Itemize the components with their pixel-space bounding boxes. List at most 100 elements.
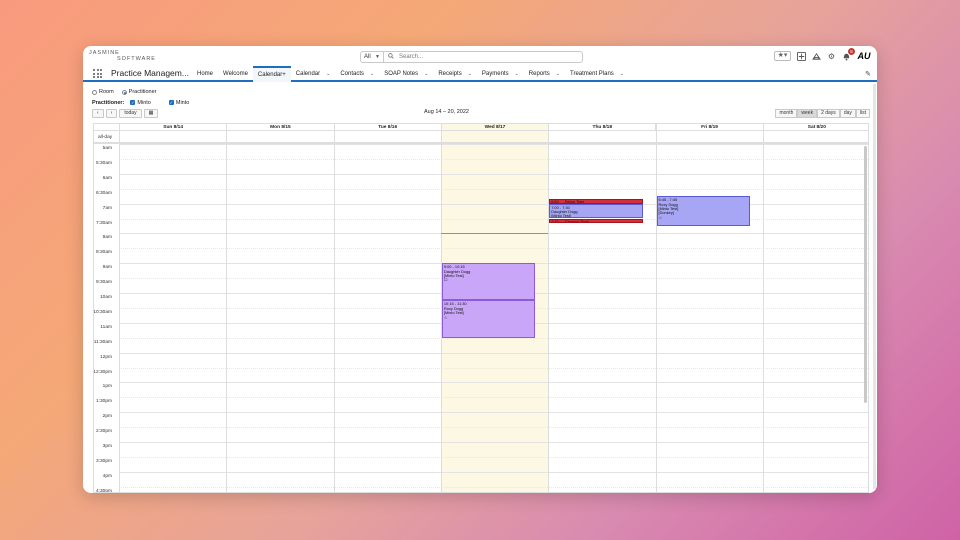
- favorites-star-icon[interactable]: ★▾: [774, 51, 791, 61]
- day-divider: [655, 124, 657, 492]
- view-month-button[interactable]: month: [775, 109, 798, 118]
- chevron-down-icon[interactable]: ⌄: [468, 66, 472, 82]
- time-slot[interactable]: [119, 218, 868, 220]
- time-label: 9:30am: [96, 280, 112, 286]
- next-week-button[interactable]: ›: [105, 109, 118, 118]
- chevron-down-icon[interactable]: ⌄: [556, 66, 560, 82]
- time-label: 12:30pm: [93, 369, 112, 375]
- calendar-event[interactable]: 10:15 - 11:30 Roxy Dogg [Minto Test] ☆: [441, 300, 536, 338]
- view-2-days-button[interactable]: 2 days: [817, 109, 840, 118]
- event-status-icon: ☆: [443, 314, 448, 320]
- chevron-down-icon[interactable]: ⌄: [515, 66, 519, 82]
- time-slot[interactable]: [119, 397, 868, 399]
- practitioner-checkbox-2-label: Minto: [175, 100, 190, 106]
- day-divider: [119, 124, 120, 492]
- time-label: 5am: [102, 146, 112, 151]
- practitioner-checkbox-2[interactable]: ✓ Minto: [168, 100, 190, 106]
- time-slot[interactable]: [119, 188, 868, 190]
- gear-icon[interactable]: ⚙: [827, 52, 836, 61]
- chevron-down-icon: ▼: [375, 54, 380, 60]
- event-status-icon: ☆: [658, 214, 663, 220]
- global-search: All ▼ Search...: [360, 51, 583, 63]
- global-add-icon[interactable]: [797, 51, 806, 61]
- app-window: JASMINE SOFTWARE All ▼ Search... ★▾ ⚙ 5 …: [83, 46, 877, 493]
- tab-label: Calendar: [295, 71, 321, 77]
- tab-home[interactable]: Home: [192, 66, 218, 82]
- calendar-range-title: Aug 14 – 20, 2022: [424, 109, 469, 115]
- view-list-button[interactable]: list: [855, 109, 870, 118]
- time-slot[interactable]: [119, 456, 868, 458]
- tab-reports[interactable]: Reports ⌄: [524, 66, 565, 82]
- tab-calendar[interactable]: Calendar+: [252, 66, 291, 82]
- resource-type-radios: Room Practitioner: [92, 89, 157, 95]
- tab-welcome[interactable]: Welcome: [218, 66, 253, 82]
- search-input[interactable]: Search...: [384, 51, 583, 63]
- brand-logo: JASMINE SOFTWARE: [89, 50, 156, 62]
- time-slot[interactable]: [119, 427, 868, 429]
- time-slot[interactable]: [119, 248, 868, 250]
- tab-payments[interactable]: Payments ⌄: [477, 66, 524, 82]
- today-button[interactable]: today: [119, 109, 142, 118]
- chevron-down-icon[interactable]: ⌄: [620, 66, 624, 82]
- tab-contacts[interactable]: Contacts ⌄: [335, 66, 379, 82]
- tab-label: Home: [197, 71, 214, 77]
- tab-treatment-plans[interactable]: Treatment Plans ⌄: [565, 66, 629, 82]
- room-radio[interactable]: Room: [92, 89, 114, 95]
- chevron-down-icon[interactable]: ⌄: [326, 66, 330, 82]
- practitioner-checkbox-1[interactable]: ✓ Minto: [130, 100, 151, 106]
- edit-pencil-icon[interactable]: ✎: [865, 70, 871, 78]
- brand-line2: SOFTWARE: [117, 56, 156, 62]
- time-label: 6:30am: [96, 190, 112, 196]
- calendar-panel: Room Practitioner Practitioner: ✓ Minto ✓…: [88, 88, 870, 493]
- time-slot[interactable]: [119, 173, 868, 175]
- time-slot[interactable]: [119, 203, 868, 205]
- time-slot[interactable]: [119, 144, 868, 145]
- time-slot[interactable]: [119, 442, 868, 443]
- event-time: 7:30: [551, 218, 559, 224]
- time-label: 11:30am: [93, 339, 112, 345]
- time-slot[interactable]: [119, 158, 868, 160]
- time-label: 3:30pm: [96, 458, 112, 464]
- view-week-button[interactable]: week: [797, 109, 818, 118]
- bell-icon[interactable]: 5: [842, 47, 855, 61]
- app-name: Practice Managem...: [111, 68, 189, 78]
- time-slot[interactable]: [119, 382, 868, 384]
- app-launcher-icon[interactable]: [93, 69, 102, 78]
- calendar-scrollbar[interactable]: [864, 146, 867, 403]
- time-slot[interactable]: [119, 471, 868, 473]
- tab-label: SOAP Notes: [384, 71, 419, 77]
- event-title: Cleanup Time: [564, 218, 589, 224]
- time-label: 11am: [100, 324, 112, 330]
- calendar-event[interactable]: 7:00 - 7:30 Daughter Dogg [Minto Test]: [549, 203, 643, 219]
- tab-label: Payments: [481, 71, 509, 77]
- search-scope-select[interactable]: All ▼: [360, 51, 384, 63]
- tab-label: Reports: [528, 71, 550, 77]
- time-slot[interactable]: [119, 412, 868, 414]
- practitioner-filter: Practitioner: ✓ Minto ✓ Minto: [92, 100, 189, 106]
- tab-calendar[interactable]: Calendar ⌄: [291, 66, 336, 82]
- tab-soap-notes[interactable]: SOAP Notes ⌄: [379, 66, 433, 82]
- time-label: 7:30am: [96, 220, 112, 226]
- time-slot[interactable]: [119, 352, 868, 354]
- chevron-down-icon[interactable]: ⌄: [370, 66, 374, 82]
- view-day-button[interactable]: day: [839, 109, 856, 118]
- avatar[interactable]: AU: [857, 50, 871, 62]
- tab-receipts[interactable]: Receipts ⌄: [433, 66, 477, 82]
- prev-week-button[interactable]: ‹: [92, 109, 104, 118]
- radio-selected-icon: [121, 89, 127, 95]
- day-header: Mon 8/15: [226, 124, 333, 130]
- time-label: 8am: [102, 235, 112, 241]
- page-scrollbar[interactable]: [873, 84, 876, 489]
- chevron-down-icon[interactable]: ⌄: [424, 66, 428, 82]
- trailhead-icon[interactable]: [812, 52, 821, 61]
- time-slot[interactable]: [119, 367, 868, 369]
- global-header: JASMINE SOFTWARE All ▼ Search... ★▾ ⚙ 5 …: [83, 46, 877, 66]
- calendar-event[interactable]: 7:30 Cleanup Time: [549, 218, 643, 224]
- date-picker-calendar-icon[interactable]: ▦: [143, 109, 159, 118]
- practitioner-radio[interactable]: Practitioner: [121, 89, 157, 95]
- time-slot[interactable]: [119, 486, 868, 488]
- time-slot[interactable]: [119, 337, 868, 339]
- calendar-event[interactable]: 6:45 - 7:45 Roxy Dogg [Minto Test] [Donkey]…: [656, 196, 750, 226]
- calendar-event[interactable]: 9:00 - 10:15 Daughter Dogg [Minto Test] ☐: [441, 263, 536, 301]
- time-label: 2:30pm: [96, 429, 112, 435]
